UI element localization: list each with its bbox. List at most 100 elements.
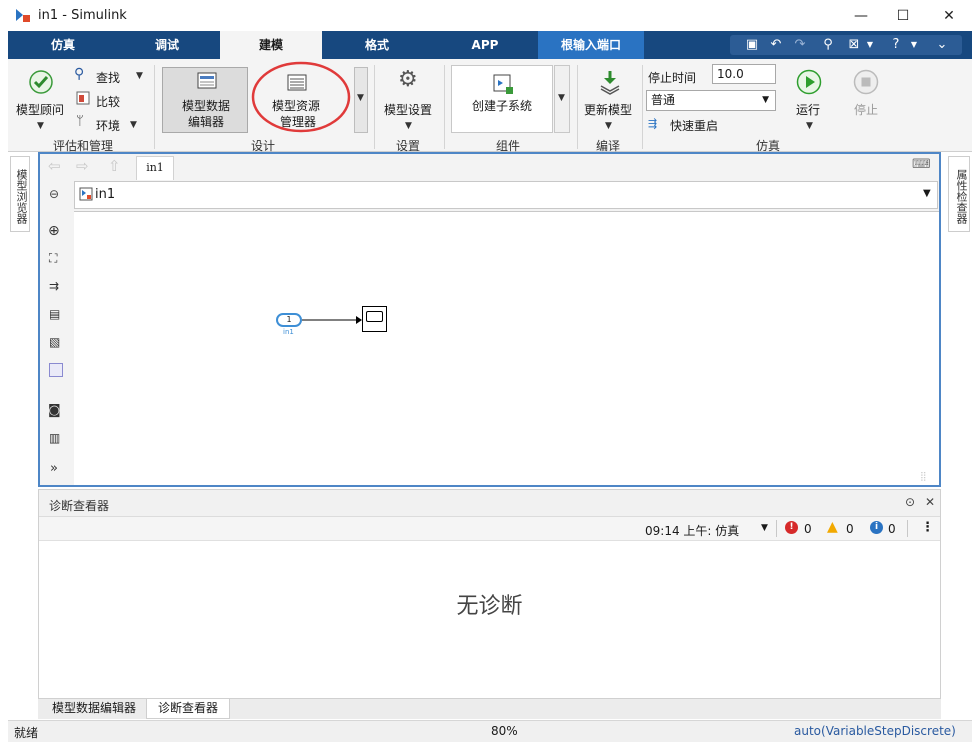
tab-debug[interactable]: 调试 (120, 31, 214, 59)
image-icon[interactable]: ▧ (49, 335, 60, 349)
forward-arrow-icon[interactable]: ⇨ (76, 157, 89, 175)
screenshot-icon[interactable]: ◙ (48, 403, 61, 418)
model-advisor-label[interactable]: 模型顾问 (16, 101, 64, 118)
close-button[interactable]: ✕ (926, 0, 972, 31)
find-dropdown-icon[interactable]: ▼ (136, 71, 143, 81)
breadcrumb-dropdown-icon[interactable]: ▼ (923, 188, 931, 199)
update-model-label[interactable]: 更新模型 (584, 101, 632, 118)
back-arrow-icon[interactable]: ⇦ (48, 157, 61, 175)
diagnostic-viewer-title: 诊断查看器 (49, 499, 110, 513)
annotation-icon[interactable]: ▤ (49, 307, 60, 321)
design-gallery-dropdown-icon[interactable]: ▼ (357, 93, 364, 103)
tab-diagnostic-viewer[interactable]: 诊断查看器 (146, 699, 230, 719)
separator (776, 520, 777, 537)
model-settings-dropdown-icon[interactable]: ▼ (405, 121, 412, 131)
fast-restart-icon[interactable]: ⇶ (648, 117, 657, 130)
model-advisor-dropdown-icon[interactable]: ▼ (37, 121, 44, 131)
compare-icon[interactable] (76, 91, 90, 105)
search-icon[interactable]: ⚲ (818, 37, 838, 53)
area-icon[interactable] (49, 363, 63, 377)
help-icon[interactable]: ? (886, 37, 906, 53)
tab-root-inport[interactable]: 根输入端口 (538, 31, 644, 59)
error-count: 0 (804, 522, 812, 536)
stop-time-input[interactable]: 10.0 (712, 64, 776, 84)
environment-dropdown-icon[interactable]: ▼ (130, 120, 137, 130)
simulation-mode-select[interactable]: 普通 ▼ (646, 90, 776, 111)
update-model-dropdown-icon[interactable]: ▼ (605, 121, 612, 131)
panel-options-icon[interactable]: ⊙ (905, 495, 915, 509)
warning-icon[interactable]: ▲ (827, 519, 838, 535)
status-zoom[interactable]: 80% (491, 724, 518, 738)
warning-count: 0 (846, 522, 854, 536)
error-icon[interactable]: ! (785, 521, 798, 534)
compare-label[interactable]: 比较 (96, 93, 120, 110)
up-arrow-icon[interactable]: ⇧ (108, 157, 121, 175)
minimize-button[interactable]: — (838, 0, 884, 31)
environment-icon[interactable]: ᛘ (76, 114, 84, 129)
info-icon[interactable]: i (870, 521, 883, 534)
tab-model-data-editor[interactable]: 模型数据编辑器 (42, 699, 146, 719)
keyboard-icon[interactable]: ⌨ (912, 157, 931, 172)
component-gallery-dropdown-icon[interactable]: ▼ (558, 93, 565, 103)
model-browser-tab[interactable]: 模型浏览器 (10, 156, 30, 232)
property-icon[interactable]: ▥ (49, 431, 60, 445)
resize-grip-icon[interactable]: ⣿ (920, 472, 927, 482)
inport-block[interactable]: 1 (276, 313, 302, 327)
scope-block[interactable] (362, 306, 387, 332)
run-dropdown-icon[interactable]: ▼ (806, 121, 813, 131)
timestamp-dropdown-icon[interactable]: ▼ (761, 523, 768, 533)
status-bar: 就绪 80% auto(VariableStepDiscrete) (8, 720, 972, 742)
hide-explorer-icon[interactable]: ⊖ (49, 187, 59, 201)
window-title: in1 - Simulink (38, 8, 127, 23)
find-label[interactable]: 查找 (96, 69, 120, 86)
scope-screen-icon (366, 311, 383, 322)
more-tools-icon[interactable]: » (50, 461, 58, 476)
collapse-ribbon-icon[interactable]: ⌄ (932, 37, 952, 53)
separator (374, 65, 375, 149)
update-model-icon[interactable] (598, 69, 622, 95)
model-advisor-icon[interactable] (28, 69, 54, 95)
status-solver[interactable]: auto(VariableStepDiscrete) (794, 724, 956, 738)
editor-nav-bar: ⇦ ⇨ ⇧ in1 ⌨ (40, 154, 939, 180)
panel-close-icon[interactable]: ✕ (925, 495, 935, 509)
diagnostic-timestamp[interactable]: 09:14 上午: 仿真 (645, 522, 739, 539)
route-lines-icon[interactable]: ⇉ (49, 279, 59, 293)
diagnostic-viewer-header: 诊断查看器 ⊙ ✕ (39, 490, 940, 517)
info-count: 0 (888, 522, 896, 536)
tab-apps[interactable]: APP (438, 31, 532, 59)
zoom-icon[interactable]: ⊕ (48, 223, 60, 239)
status-ready: 就绪 (14, 726, 39, 740)
maximize-button[interactable]: ☐ (880, 0, 926, 31)
redo-icon[interactable]: ↷ (790, 37, 810, 53)
find-icon[interactable]: ⚲ (74, 66, 84, 82)
separator (907, 520, 908, 537)
fast-restart-label[interactable]: 快速重启 (670, 117, 718, 134)
model-data-editor-icon (197, 72, 217, 89)
save-icon[interactable]: ▣ (742, 37, 762, 53)
simulation-mode-dropdown-icon: ▼ (762, 95, 769, 105)
environment-label[interactable]: 环境 (96, 117, 120, 134)
signal-line[interactable] (302, 315, 362, 325)
tab-modeling[interactable]: 建模 (220, 31, 322, 59)
more-options-icon[interactable]: ⋮ (921, 520, 934, 535)
run-label[interactable]: 运行 (796, 101, 820, 118)
help-dropdown-icon[interactable]: ▼ (904, 37, 924, 53)
block-palette: ⊖ ⊕ ⛶ ⇉ ▤ ▧ ◙ ▥ » (40, 181, 72, 483)
diagnostic-viewer: 诊断查看器 ⊙ ✕ 09:14 上午: 仿真 ▼ ! 0 ▲ 0 i 0 ⋮ 无… (38, 489, 941, 699)
run-icon[interactable] (796, 69, 822, 95)
model-settings-label[interactable]: 模型设置 (384, 101, 432, 118)
breadcrumb[interactable]: in1 (95, 187, 115, 202)
tab-simulation[interactable]: 仿真 (16, 31, 110, 59)
inport-block-name[interactable]: in1 (283, 328, 294, 336)
layout-dropdown-icon[interactable]: ▼ (860, 37, 880, 53)
gear-icon[interactable]: ⚙ (398, 67, 418, 92)
model-data-editor-label-2: 编辑器 (188, 115, 225, 129)
property-inspector-tab[interactable]: 属性检查器 (948, 156, 970, 232)
model-canvas[interactable]: 1 in1 ⣿ (74, 211, 939, 485)
model-tab[interactable]: in1 (136, 156, 174, 180)
tab-format[interactable]: 格式 (330, 31, 424, 59)
model-editor: ⇦ ⇨ ⇧ in1 ⌨ ⊖ ⊕ ⛶ ⇉ ▤ ▧ ◙ ▥ » in1 ▼ 1 in… (38, 152, 941, 487)
fit-view-icon[interactable]: ⛶ (49, 251, 57, 266)
undo-icon[interactable]: ↶ (766, 37, 786, 53)
model-icon (79, 187, 93, 201)
